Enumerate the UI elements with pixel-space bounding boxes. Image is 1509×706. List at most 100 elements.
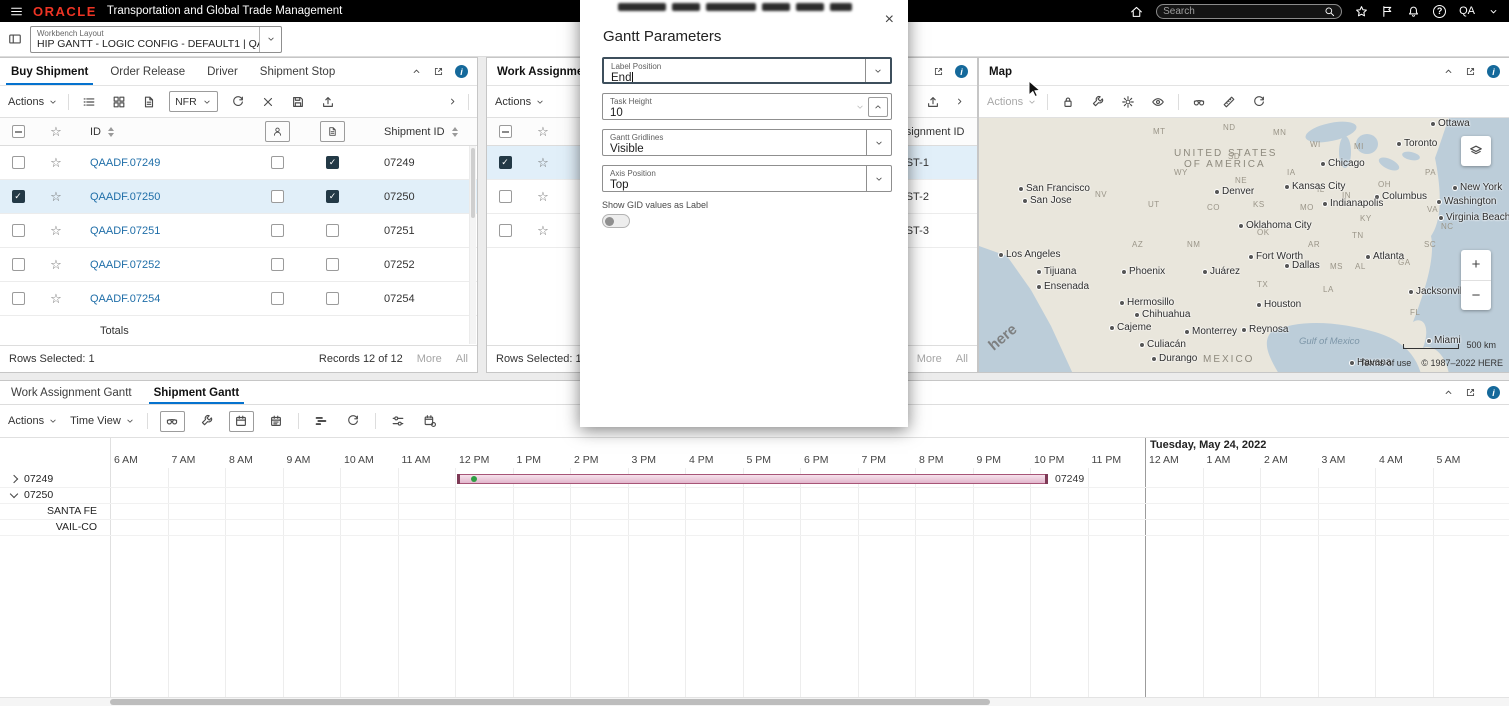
- collapse-panel-icon[interactable]: [1443, 387, 1454, 398]
- all-link[interactable]: All: [456, 353, 468, 365]
- document-column-icon[interactable]: [320, 121, 345, 142]
- favorite-star-icon[interactable]: ☆: [537, 156, 549, 169]
- help-icon[interactable]: [1433, 5, 1446, 18]
- gear-icon[interactable]: [1118, 92, 1138, 112]
- gantt-chart-area[interactable]: Tuesday, May 24, 2022 6 AM7 AM8 AM9 AM10…: [0, 438, 1509, 697]
- map-layers-button[interactable]: [1461, 136, 1491, 166]
- global-search-input[interactable]: Search: [1156, 4, 1342, 19]
- indicator-checkbox-2[interactable]: [326, 258, 339, 271]
- shipment-id-link[interactable]: QAADF.07252: [90, 259, 160, 271]
- workbench-dropdown-chevron-icon[interactable]: [259, 27, 281, 52]
- favorite-column-icon[interactable]: ☆: [537, 125, 549, 138]
- favorite-star-icon[interactable]: ☆: [50, 156, 62, 169]
- favorites-star-icon[interactable]: [1355, 5, 1368, 18]
- row-select-checkbox[interactable]: [12, 190, 25, 203]
- label-position-field[interactable]: Label Position End: [602, 57, 892, 84]
- row-select-checkbox[interactable]: [12, 224, 25, 237]
- gantt-row-label[interactable]: 07250: [0, 487, 110, 503]
- calendar-list-icon[interactable]: [266, 411, 286, 431]
- more-link[interactable]: More: [417, 353, 442, 365]
- shipment-id-link[interactable]: QAADF.07254: [90, 293, 160, 305]
- indicator-checkbox-2[interactable]: [326, 292, 339, 305]
- indicator-checkbox-2[interactable]: [326, 156, 339, 169]
- user-label[interactable]: QA: [1459, 5, 1475, 17]
- refresh-icon[interactable]: [1249, 92, 1269, 112]
- row-select-checkbox[interactable]: [12, 292, 25, 305]
- more-link[interactable]: More: [917, 353, 942, 365]
- indicator-checkbox-1[interactable]: [271, 190, 284, 203]
- dropdown-chevron-icon[interactable]: [866, 130, 891, 155]
- indicator-checkbox-1[interactable]: [271, 292, 284, 305]
- lock-icon[interactable]: [1058, 92, 1078, 112]
- clear-selection-icon[interactable]: [258, 92, 278, 112]
- wrench-icon[interactable]: [197, 411, 217, 431]
- zoom-out-button[interactable]: −: [1461, 281, 1491, 311]
- map-title[interactable]: Map: [979, 58, 1022, 85]
- workbench-panel-icon[interactable]: [8, 32, 22, 46]
- tab-shipment-gantt[interactable]: Shipment Gantt: [143, 381, 251, 404]
- collapse-panel-icon[interactable]: [411, 66, 422, 77]
- row-select-checkbox[interactable]: [499, 224, 512, 237]
- gantt-gridlines-field[interactable]: Gantt Gridlines Visible: [602, 129, 892, 156]
- info-icon[interactable]: [1487, 65, 1500, 78]
- export-icon[interactable]: [318, 92, 338, 112]
- favorite-column-icon[interactable]: ☆: [50, 125, 62, 138]
- gantt-row-label[interactable]: SANTA FE: [0, 503, 110, 519]
- time-view-menu-button[interactable]: Time View: [70, 415, 135, 427]
- export-icon[interactable]: [923, 92, 943, 112]
- favorite-star-icon[interactable]: ☆: [50, 190, 62, 203]
- column-header-id[interactable]: ID: [90, 126, 101, 138]
- info-icon[interactable]: [1487, 386, 1500, 399]
- indicator-checkbox-1[interactable]: [271, 156, 284, 169]
- actions-menu-button[interactable]: Actions: [987, 96, 1037, 108]
- row-select-checkbox[interactable]: [499, 190, 512, 203]
- workbench-layout-select[interactable]: Workbench Layout HIP GANTT - LOGIC CONFI…: [30, 26, 282, 53]
- home-icon[interactable]: [1130, 5, 1143, 18]
- terms-of-use-link[interactable]: Terms of use: [1360, 358, 1412, 368]
- measure-ruler-icon[interactable]: [1219, 92, 1239, 112]
- indicator-checkbox-2[interactable]: [326, 190, 339, 203]
- shipment-table-row[interactable]: ☆QAADF.0725207252: [0, 248, 477, 282]
- indicator-checkbox-2[interactable]: [326, 224, 339, 237]
- tab-buy-shipment[interactable]: Buy Shipment: [0, 58, 99, 85]
- more-tools-chevron-icon[interactable]: [442, 92, 462, 112]
- shipment-table-row[interactable]: ☆QAADF.0725407254: [0, 282, 477, 316]
- binoculars-icon[interactable]: [1189, 92, 1209, 112]
- indicator-checkbox-1[interactable]: [271, 224, 284, 237]
- task-height-field[interactable]: Task Height 10: [602, 93, 892, 120]
- all-link[interactable]: All: [956, 353, 968, 365]
- tab-work-assignment-gantt[interactable]: Work Assignment Gantt: [0, 381, 143, 404]
- row-select-checkbox[interactable]: [12, 156, 25, 169]
- favorite-star-icon[interactable]: ☆: [50, 224, 62, 237]
- save-icon[interactable]: [288, 92, 308, 112]
- dropdown-chevron-icon[interactable]: [866, 166, 891, 191]
- close-icon[interactable]: ×: [885, 12, 894, 28]
- favorite-star-icon[interactable]: ☆: [537, 190, 549, 203]
- favorite-star-icon[interactable]: ☆: [537, 224, 549, 237]
- gantt-bars-icon[interactable]: [311, 411, 331, 431]
- sort-icon[interactable]: [108, 127, 114, 137]
- open-in-new-window-icon[interactable]: [433, 66, 444, 77]
- shipment-id-link[interactable]: QAADF.07251: [90, 225, 160, 237]
- spinner-up-icon[interactable]: [868, 97, 888, 117]
- gantt-horizontal-scrollbar[interactable]: [0, 697, 1509, 706]
- tab-driver[interactable]: Driver: [196, 58, 249, 85]
- grid-view-icon[interactable]: [109, 92, 129, 112]
- column-header-shipment-id[interactable]: Shipment ID: [384, 126, 445, 138]
- select-all-checkbox[interactable]: [12, 125, 25, 138]
- shipment-table-row[interactable]: ☆QAADF.0725007250: [0, 180, 477, 214]
- wrench-icon[interactable]: [1088, 92, 1108, 112]
- gantt-bar[interactable]: [457, 474, 1048, 484]
- refresh-icon[interactable]: [343, 411, 363, 431]
- driver-column-icon[interactable]: [265, 121, 290, 142]
- axis-position-field[interactable]: Axis Position Top: [602, 165, 892, 192]
- flag-icon[interactable]: [1381, 5, 1394, 18]
- gantt-row-label[interactable]: 07249: [0, 471, 110, 487]
- binoculars-icon[interactable]: [160, 411, 185, 432]
- row-select-checkbox[interactable]: [499, 156, 512, 169]
- favorite-star-icon[interactable]: ☆: [50, 258, 62, 271]
- select-all-checkbox[interactable]: [499, 125, 512, 138]
- open-in-new-window-icon[interactable]: [1465, 387, 1476, 398]
- info-icon[interactable]: [455, 65, 468, 78]
- collapse-chevron-icon[interactable]: [10, 489, 18, 497]
